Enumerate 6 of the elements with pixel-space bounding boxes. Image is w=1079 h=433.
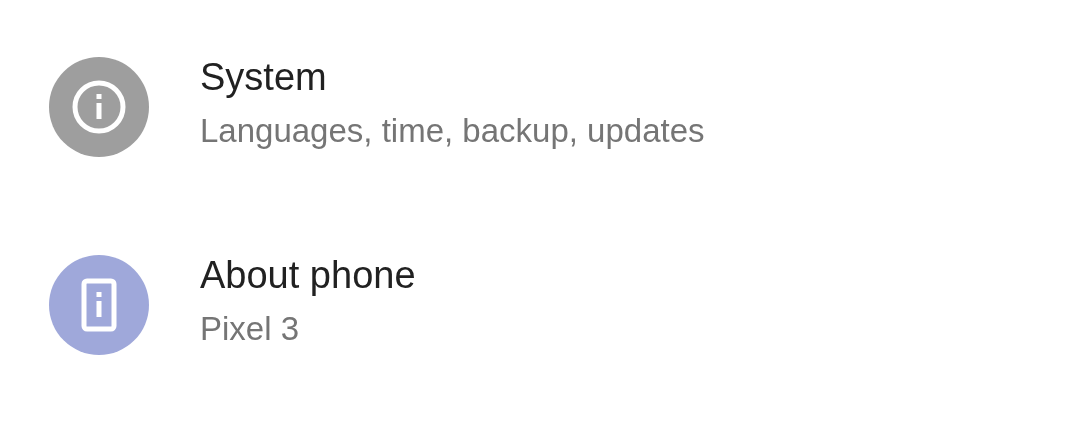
settings-item[interactable]: About phone Pixel 3 [0, 206, 1079, 404]
item-summary: Pixel 3 [200, 309, 301, 349]
item-title: About phone [200, 253, 416, 297]
settings-item[interactable]: System Languages, time, backup, updates [0, 8, 1079, 206]
item-summary: Languages, time, backup, updates [200, 111, 705, 151]
item-title: System [200, 55, 328, 99]
